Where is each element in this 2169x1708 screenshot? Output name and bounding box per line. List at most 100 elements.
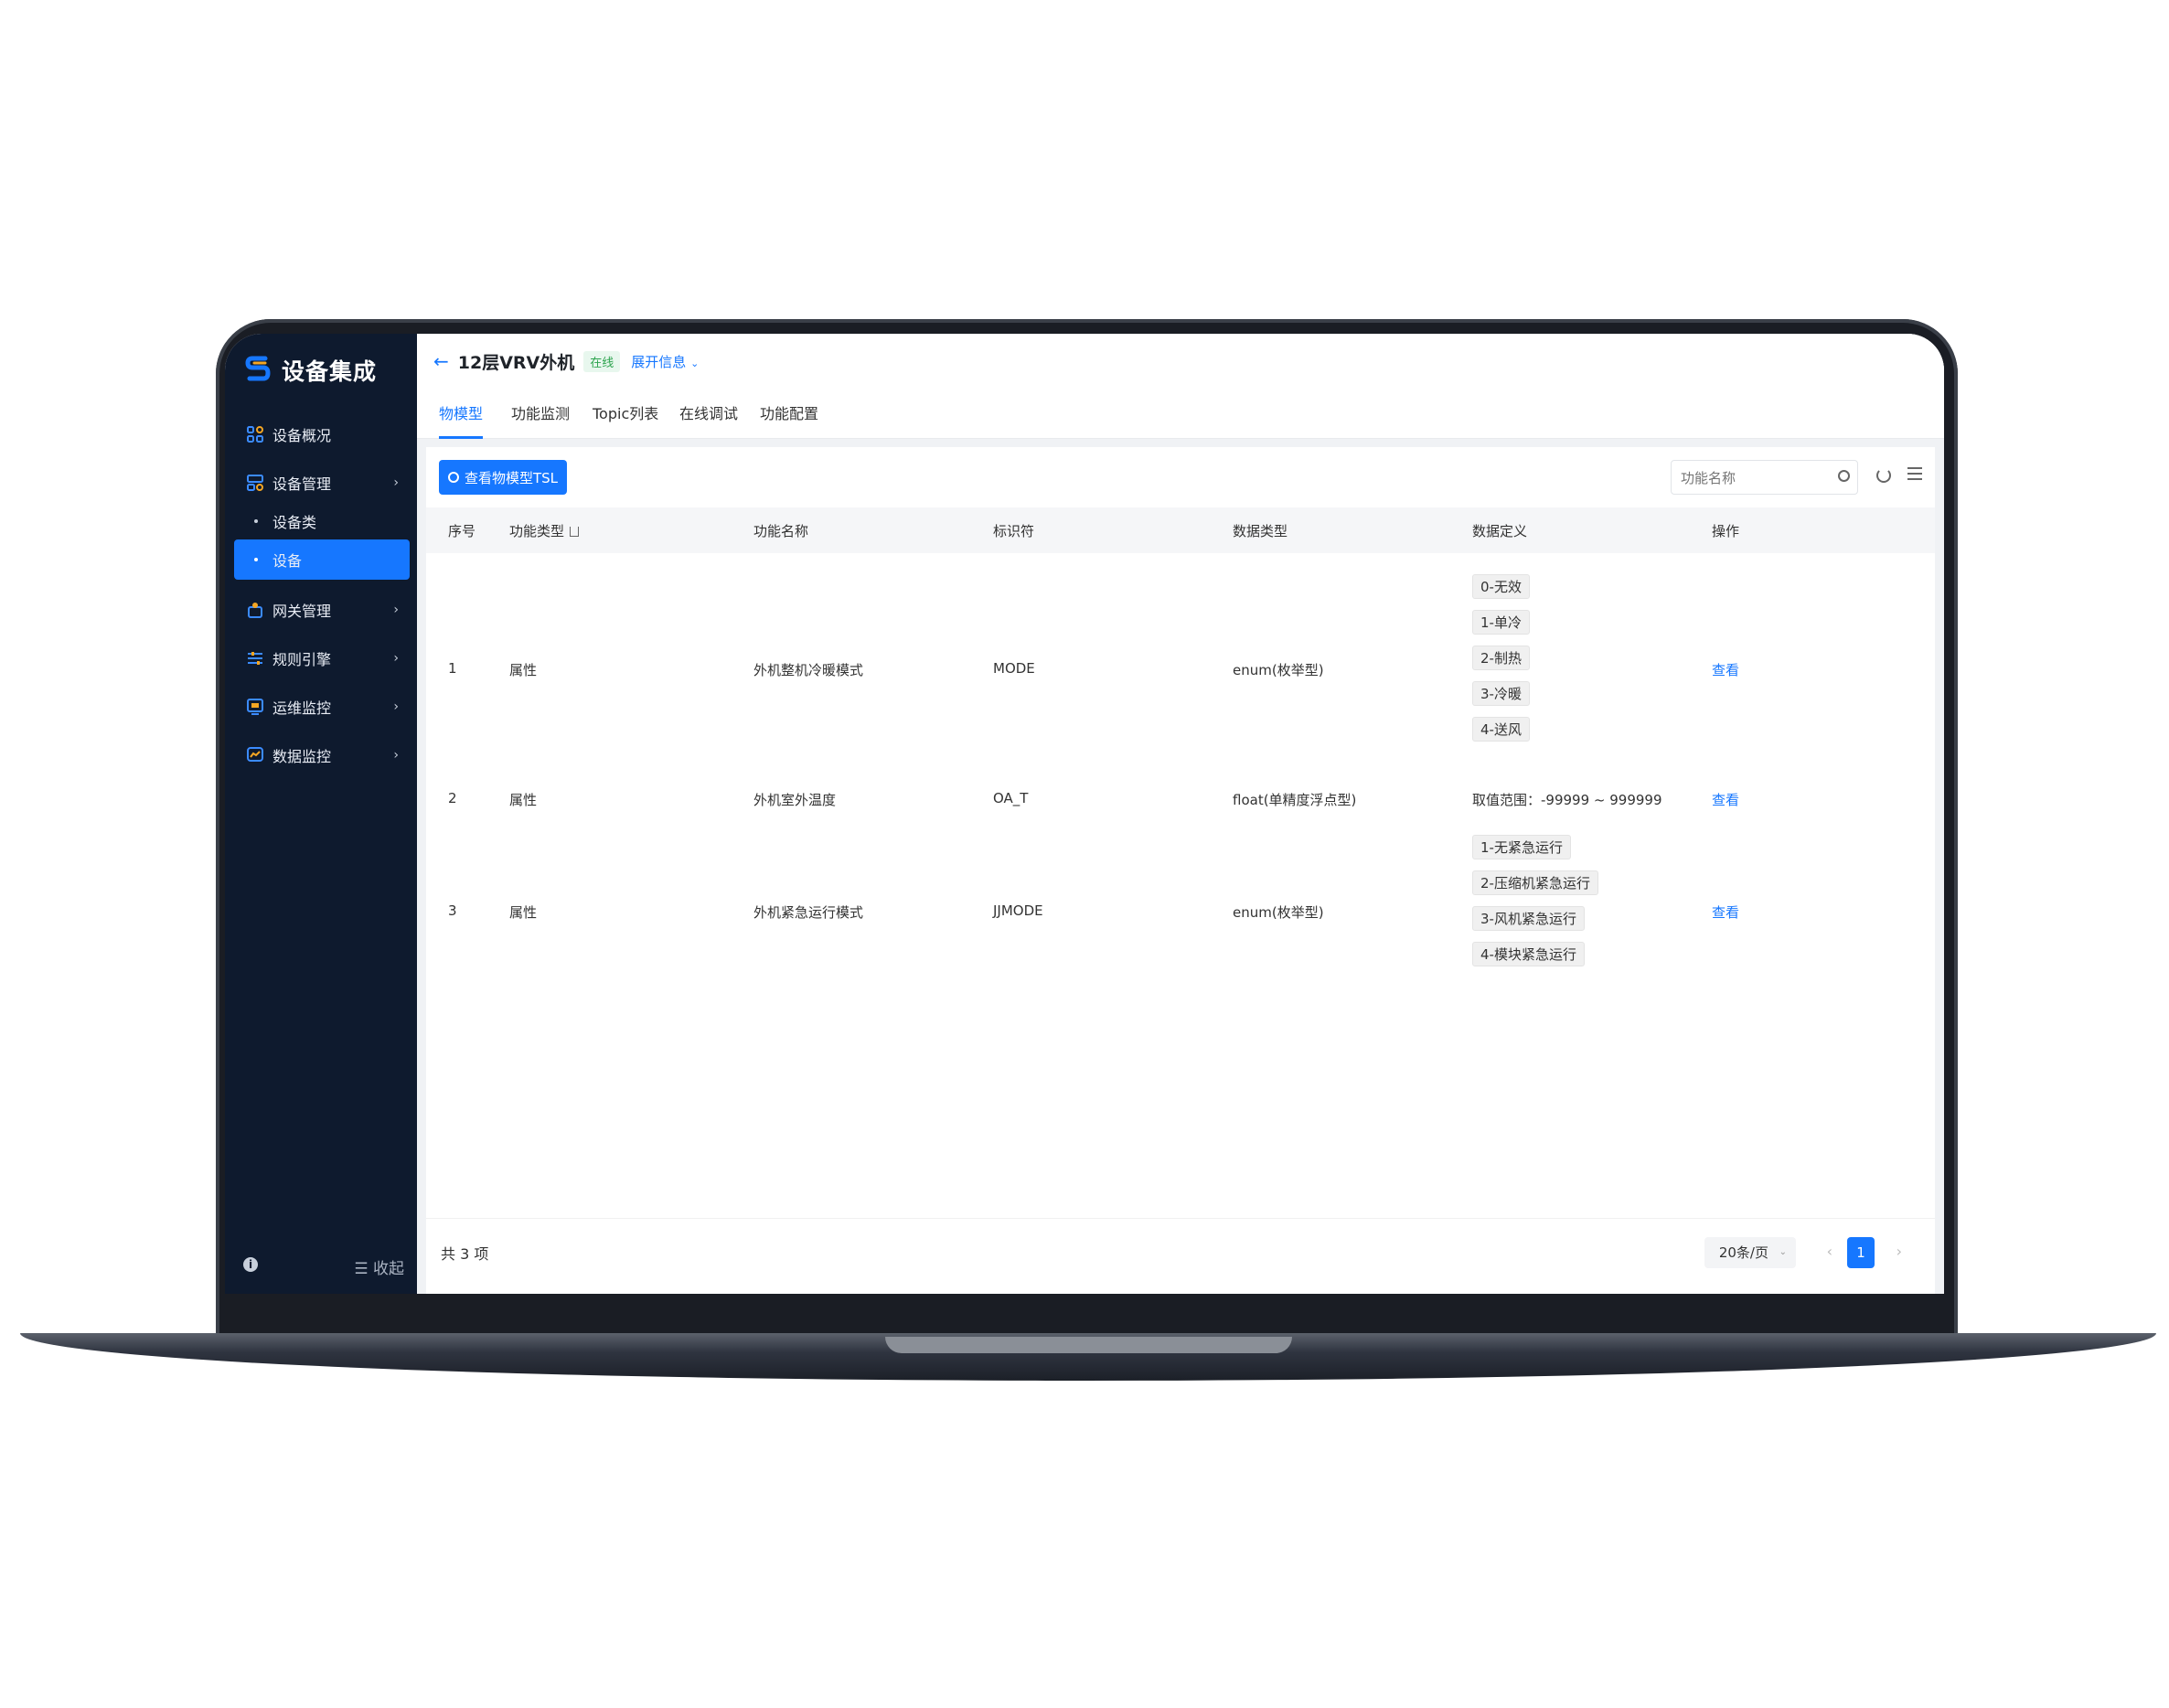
- sidebar-footer: i ☰ 收起: [225, 1239, 417, 1294]
- overview-icon: [247, 426, 263, 443]
- main-content: ← 12层VRV外机 在线 展开信息 ⌄ 物模型 功能监测 Topic列表 在线…: [417, 334, 1944, 1294]
- definition-tag: 2-压缩机紧急运行: [1472, 870, 1598, 895]
- sidebar-item-overview[interactable]: 设备概况: [225, 413, 417, 455]
- bullet-icon: [254, 558, 258, 561]
- definition-tag: 1-无紧急运行: [1472, 835, 1571, 859]
- sidebar-subitem-device-class[interactable]: 设备类: [225, 501, 417, 541]
- page-title: 12层VRV外机: [457, 352, 575, 373]
- column-header: 操作: [1712, 523, 1740, 539]
- definition-tag: 1-单冷: [1472, 610, 1530, 635]
- cell-name: 外机整机冷暖模式: [753, 662, 864, 678]
- view-tsl-button[interactable]: 查看物模型TSL: [439, 460, 568, 495]
- bullet-icon: [254, 519, 258, 523]
- expand-info-link[interactable]: 展开信息 ⌄: [631, 352, 699, 371]
- eye-icon: [448, 472, 459, 483]
- sidebar-item-gateway[interactable]: 网关管理 ›: [225, 589, 417, 631]
- sidebar-subitem-label: 设备类: [272, 514, 317, 531]
- collapse-icon: ☰: [354, 1260, 373, 1278]
- cell-identifier: MODE: [993, 660, 1035, 677]
- table-footer: 共 3 项 20条/页 ⌄ ‹ 1 ›: [426, 1218, 1935, 1294]
- cell-index: 3: [448, 902, 457, 919]
- chevron-down-icon: ⌄: [690, 357, 700, 369]
- cell-type: 属性: [509, 662, 538, 678]
- column-header: 功能名称: [753, 523, 809, 539]
- collapse-button[interactable]: ☰ 收起: [354, 1255, 404, 1278]
- sidebar-subitem-label: 设备: [272, 552, 303, 570]
- brand-logo-icon: [245, 356, 271, 381]
- info-icon[interactable]: i: [243, 1257, 258, 1272]
- cell-identifier: JJMODE: [993, 902, 1043, 919]
- chevron-down-icon: ⌄: [1779, 1247, 1787, 1257]
- sidebar-item-data-monitor[interactable]: 数据监控 ›: [225, 734, 417, 776]
- page-header: ← 12层VRV外机 在线 展开信息 ⌄: [417, 334, 1944, 389]
- column-header-type[interactable]: 功能类型: [509, 521, 580, 540]
- column-header: 标识符: [993, 523, 1035, 539]
- content-panel: 查看物模型TSL 序号 功能类型 功能名称 标识符 数据类型 数据定义 操作 1…: [426, 447, 1935, 1294]
- brand: 设备集成: [245, 354, 377, 387]
- chevron-right-icon: ›: [393, 475, 399, 490]
- view-link[interactable]: 查看: [1712, 790, 1739, 809]
- tab-thing-model[interactable]: 物模型: [439, 401, 484, 439]
- screen: 设备集成 设备概况 设备管理 › 设备类 设备 网关管理 › 规则引擎 › 运维…: [225, 334, 1944, 1294]
- cell-type: 属性: [509, 904, 538, 921]
- view-link[interactable]: 查看: [1712, 660, 1739, 679]
- cell-index: 2: [448, 790, 457, 806]
- column-settings-icon[interactable]: [1907, 467, 1922, 482]
- search-box: [1671, 460, 1858, 496]
- cell-data-type: float(单精度浮点型): [1233, 792, 1357, 808]
- cell-type: 属性: [509, 792, 538, 808]
- cell-data-type: enum(枚举型): [1233, 904, 1324, 921]
- chevron-right-icon: ›: [393, 603, 399, 617]
- tab-online-debug[interactable]: 在线调试: [679, 401, 738, 436]
- definition-tag: 4-送风: [1472, 717, 1530, 742]
- definition-tag: 3-风机紧急运行: [1472, 906, 1585, 931]
- sidebar-item-rules[interactable]: 规则引擎 ›: [225, 637, 417, 679]
- chevron-right-icon: ›: [393, 651, 399, 666]
- sidebar-item-label: 网关管理: [272, 603, 332, 620]
- gateway-icon: [248, 603, 262, 618]
- column-header: 数据定义: [1472, 523, 1528, 539]
- view-link[interactable]: 查看: [1712, 902, 1739, 922]
- cell-range: 取值范围：-99999 ~ 999999: [1472, 792, 1662, 808]
- definition-tag: 0-无效: [1472, 574, 1530, 599]
- tab-topic-list[interactable]: Topic列表: [593, 401, 658, 436]
- cell-data-type: enum(枚举型): [1233, 662, 1324, 678]
- sidebar-item-label: 运维监控: [272, 699, 332, 717]
- device-manage-icon: [247, 475, 263, 491]
- sidebar-item-device-manage[interactable]: 设备管理 ›: [225, 462, 417, 504]
- cell-name: 外机紧急运行模式: [753, 904, 864, 921]
- column-header: 序号: [448, 523, 476, 539]
- cell-identifier: OA_T: [993, 790, 1029, 806]
- table-header: 序号 功能类型 功能名称 标识符 数据类型 数据定义 操作: [426, 507, 1935, 553]
- tab-function-monitor[interactable]: 功能监测: [511, 401, 570, 436]
- next-page-icon[interactable]: ›: [1897, 1243, 1902, 1260]
- filter-icon[interactable]: [570, 527, 580, 537]
- definition-tag: 3-冷暖: [1472, 681, 1530, 706]
- brand-title: 设备集成: [282, 358, 378, 385]
- sidebar-item-label: 设备概况: [272, 427, 332, 444]
- back-arrow-icon[interactable]: ←: [433, 350, 449, 372]
- total-count: 共 3 项: [441, 1245, 489, 1263]
- prev-page-icon[interactable]: ‹: [1827, 1243, 1832, 1260]
- laptop-notch: [885, 1337, 1292, 1353]
- sidebar-item-label: 设备管理: [272, 475, 332, 493]
- definition-tag: 2-制热: [1472, 646, 1530, 670]
- current-page-button[interactable]: 1: [1847, 1237, 1875, 1268]
- refresh-icon[interactable]: [1876, 468, 1891, 483]
- ops-monitor-icon: [247, 699, 263, 715]
- page-size-select[interactable]: 20条/页 ⌄: [1704, 1237, 1796, 1268]
- sidebar: 设备集成 设备概况 设备管理 › 设备类 设备 网关管理 › 规则引擎 › 运维…: [225, 334, 417, 1294]
- search-icon[interactable]: [1838, 470, 1850, 482]
- tab-bar: 物模型 功能监测 Topic列表 在线调试 功能配置: [417, 389, 1944, 439]
- sidebar-item-ops-monitor[interactable]: 运维监控 ›: [225, 686, 417, 728]
- search-input[interactable]: [1672, 461, 1820, 496]
- sidebar-item-label: 数据监控: [272, 748, 332, 765]
- sidebar-item-label: 规则引擎: [272, 651, 332, 668]
- column-header: 数据类型: [1233, 523, 1288, 539]
- sidebar-subitem-device[interactable]: 设备: [234, 539, 410, 580]
- rules-icon: [248, 652, 262, 665]
- tab-function-config[interactable]: 功能配置: [760, 401, 818, 436]
- cell-index: 1: [448, 660, 457, 677]
- definition-tag: 4-模块紧急运行: [1472, 942, 1585, 966]
- status-badge: 在线: [583, 350, 621, 372]
